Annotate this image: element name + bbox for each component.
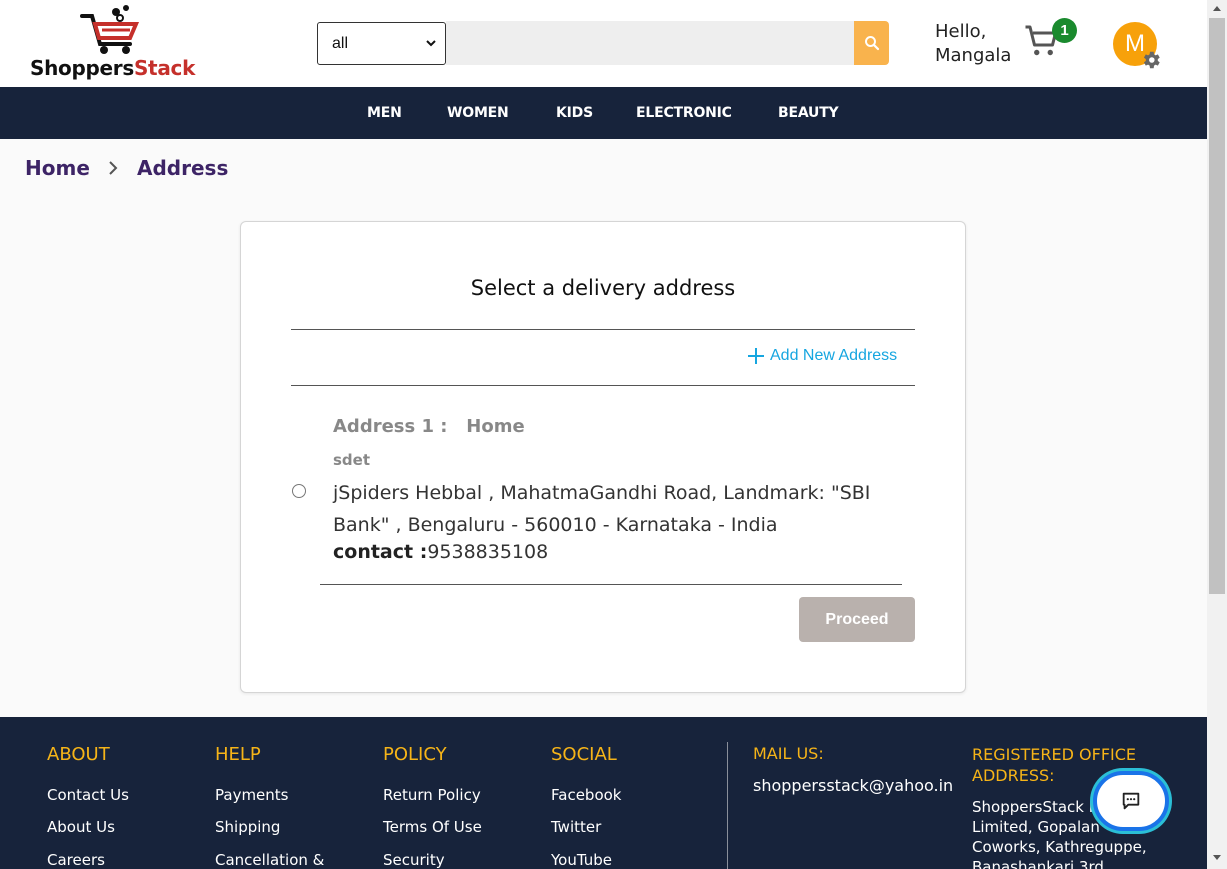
nav-item-electronic[interactable]: ELECTRONIC xyxy=(636,105,732,121)
divider xyxy=(291,329,915,330)
address-card: Select a delivery address Add New Addres… xyxy=(240,221,966,693)
category-select[interactable]: all xyxy=(317,22,446,65)
breadcrumb-home[interactable]: Home xyxy=(25,156,90,180)
footer-policy-heading: POLICY xyxy=(383,744,447,765)
footer-link-twitter[interactable]: Twitter xyxy=(551,818,601,836)
contact-label: contact : xyxy=(333,541,428,563)
chevron-right-icon xyxy=(109,161,118,175)
contact-value: 9538835108 xyxy=(427,541,549,563)
footer-link-contact-us[interactable]: Contact Us xyxy=(47,786,129,804)
footer-about-heading: ABOUT xyxy=(47,744,110,765)
cart-count-badge: 1 xyxy=(1052,18,1077,43)
nav-item-kids[interactable]: KIDS xyxy=(556,105,593,121)
address-line: jSpiders Hebbal , MahatmaGandhi Road, La… xyxy=(333,482,871,536)
address-contact: contact :9538835108 xyxy=(333,541,548,563)
category-select-value: all xyxy=(332,34,349,52)
add-new-address-label: Add New Address xyxy=(770,347,898,364)
add-new-address-button[interactable]: Add New Address xyxy=(746,346,897,366)
address-heading: Address 1 : Home xyxy=(333,416,525,437)
scroll-down-arrow-icon[interactable] xyxy=(1212,854,1222,862)
footer-email[interactable]: shoppersstack@yahoo.in xyxy=(753,776,953,795)
user-greeting: Hello, Mangala xyxy=(935,20,1011,68)
proceed-button[interactable]: Proceed xyxy=(799,597,915,642)
greeting-line-2: Mangala xyxy=(935,45,1012,66)
scrollbar-thumb[interactable] xyxy=(1209,18,1225,594)
divider xyxy=(320,584,902,585)
address-name: sdet xyxy=(333,451,371,469)
footer-link-return-policy[interactable]: Return Policy xyxy=(383,786,481,804)
page: ShoppersStack all Hello, Mangala 1 M MEN… xyxy=(0,0,1227,869)
footer-link-careers[interactable]: Careers xyxy=(47,851,105,869)
cart-logo-icon xyxy=(80,5,140,54)
footer-link-about-us[interactable]: About Us xyxy=(47,818,115,836)
breadcrumb-current: Address xyxy=(137,156,229,180)
brand-logo[interactable]: ShoppersStack xyxy=(28,4,218,84)
search-input[interactable] xyxy=(446,21,854,65)
nav-item-men[interactable]: MEN xyxy=(367,105,402,121)
footer-divider xyxy=(727,742,728,869)
footer-link-payments[interactable]: Payments xyxy=(215,786,288,804)
chat-icon xyxy=(1122,792,1140,810)
footer-link-security[interactable]: Security xyxy=(383,851,445,869)
nav-item-beauty[interactable]: BEAUTY xyxy=(778,105,839,121)
footer-link-youtube[interactable]: YouTube xyxy=(551,851,612,869)
footer-mail-heading: MAIL US: xyxy=(753,744,824,763)
plus-icon xyxy=(748,348,764,364)
divider xyxy=(291,385,915,386)
greeting-line-1: Hello, xyxy=(935,21,987,42)
footer: ABOUT Contact Us About Us Careers HELP P… xyxy=(0,717,1207,869)
category-navbar: MEN WOMEN KIDS ELECTRONIC BEAUTY xyxy=(0,87,1207,139)
address-radio[interactable] xyxy=(292,484,306,498)
footer-link-shipping[interactable]: Shipping xyxy=(215,818,280,836)
chevron-down-icon xyxy=(426,40,436,47)
search-icon xyxy=(864,36,879,51)
chat-button[interactable] xyxy=(1093,771,1169,831)
gear-icon[interactable] xyxy=(1140,49,1162,71)
footer-link-cancellation[interactable]: Cancellation & xyxy=(215,851,324,869)
brand-name: ShoppersStack xyxy=(30,56,196,80)
header: ShoppersStack all Hello, Mangala 1 M xyxy=(0,0,1207,87)
footer-link-terms[interactable]: Terms Of Use xyxy=(383,818,482,836)
page-title: Select a delivery address xyxy=(470,276,736,300)
nav-item-women[interactable]: WOMEN xyxy=(447,105,509,121)
footer-social-heading: SOCIAL xyxy=(551,744,617,765)
footer-link-facebook[interactable]: Facebook xyxy=(551,786,621,804)
scroll-up-arrow-icon[interactable] xyxy=(1212,4,1222,12)
search-button[interactable] xyxy=(854,21,889,65)
footer-help-heading: HELP xyxy=(215,744,261,765)
